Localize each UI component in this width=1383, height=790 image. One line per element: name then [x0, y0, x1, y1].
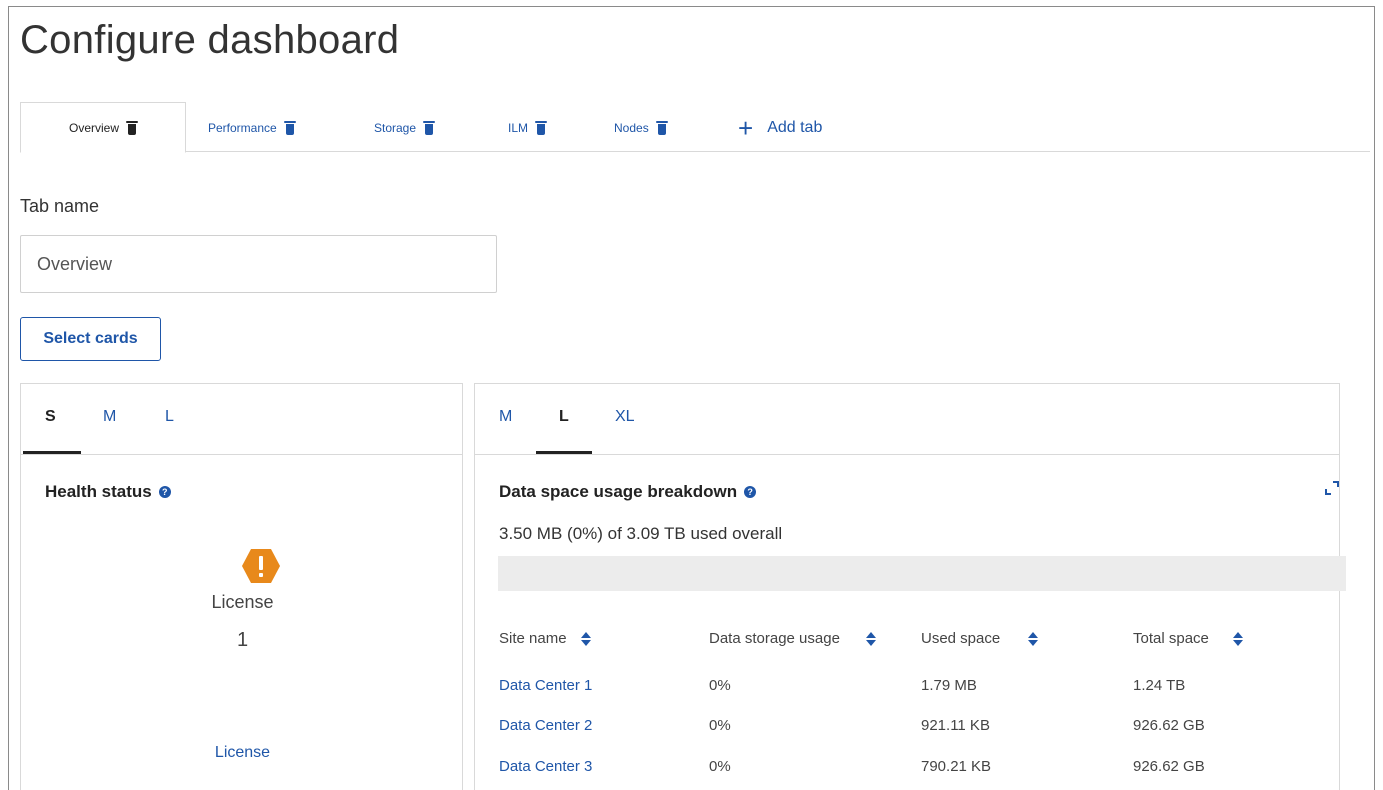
size-option-xl[interactable]: XL [615, 408, 635, 426]
card-title: Health status ? [45, 482, 171, 502]
active-size-indicator [536, 451, 592, 454]
table-cell: 926.62 GB [1133, 758, 1205, 775]
column-header-label: Total space [1133, 630, 1209, 647]
column-header-used-space[interactable]: Used space [921, 630, 1039, 647]
column-header-label: Data storage usage [709, 630, 840, 647]
plus-icon: + [738, 112, 754, 143]
table-cell: 926.62 GB [1133, 717, 1205, 734]
tab-label: Nodes [614, 120, 649, 135]
health-status-card: S M L Health status ? License 1 License [20, 383, 463, 790]
expand-icon[interactable] [1324, 480, 1340, 496]
size-option-l[interactable]: L [559, 408, 569, 426]
add-tab-button[interactable]: + Add tab [738, 102, 822, 153]
column-header-label: Used space [921, 630, 1001, 647]
tab-storage[interactable]: Storage [374, 102, 436, 153]
card-title-text: Health status [45, 482, 152, 501]
sort-icon[interactable] [1028, 631, 1039, 646]
active-size-indicator [23, 451, 81, 454]
trash-icon[interactable] [535, 120, 548, 135]
site-link[interactable]: Data Center 2 [499, 717, 592, 734]
table-cell: 790.21 KB [921, 758, 992, 775]
tab-nodes[interactable]: Nodes [614, 102, 668, 153]
tab-name-input[interactable] [20, 235, 497, 293]
size-option-l[interactable]: L [165, 408, 174, 426]
column-header-label: Site name [499, 630, 567, 647]
size-option-m[interactable]: M [103, 408, 116, 426]
tab-label: ILM [508, 120, 529, 135]
license-link[interactable]: License [21, 744, 464, 762]
card-size-selector: M L XL [475, 384, 1339, 455]
trash-icon[interactable] [423, 120, 436, 135]
tab-label: Storage [374, 120, 417, 135]
tab-label: Performance [208, 120, 277, 135]
table-cell: 0% [709, 758, 731, 775]
column-header-total-space[interactable]: Total space [1133, 630, 1243, 647]
select-cards-button[interactable]: Select cards [20, 317, 161, 361]
tab-name-label: Tab name [20, 196, 100, 216]
usage-summary: 3.50 MB (0%) of 3.09 TB used overall [499, 524, 783, 543]
tab-performance[interactable]: Performance [208, 102, 296, 153]
size-option-m[interactable]: M [499, 408, 512, 426]
site-link[interactable]: Data Center 1 [499, 677, 592, 694]
tab-label: Overview [68, 120, 119, 135]
usage-progress-bar [498, 556, 1346, 591]
card-title-text: Data space usage breakdown [499, 482, 738, 501]
table-cell: 921.11 KB [921, 717, 990, 734]
trash-icon[interactable] [283, 120, 296, 135]
help-icon[interactable]: ? [158, 486, 171, 498]
sort-icon[interactable] [865, 631, 876, 646]
add-tab-label: Add tab [767, 118, 823, 136]
trash-icon[interactable] [126, 120, 138, 135]
license-label: License [211, 592, 274, 612]
card-size-selector: S M L [21, 384, 462, 455]
size-option-s[interactable]: S [45, 408, 56, 426]
help-icon[interactable]: ? [744, 486, 757, 498]
license-count: 1 [236, 629, 249, 651]
sort-icon[interactable] [580, 631, 591, 646]
tab-ilm[interactable]: ILM [508, 102, 548, 153]
table-cell: 1.24 TB [1133, 677, 1186, 694]
dashboard-tabs: Overview Performance Storage ILM Nodes +… [20, 102, 1370, 153]
page-title: Configure dashboard [20, 18, 400, 62]
column-header-site-name[interactable]: Site name [499, 630, 591, 647]
table-cell: 0% [709, 677, 731, 694]
card-title: Data space usage breakdown ? [499, 482, 757, 502]
column-header-data-storage-usage[interactable]: Data storage usage [709, 630, 876, 647]
tab-overview[interactable]: Overview [20, 102, 186, 153]
trash-icon[interactable] [655, 120, 668, 135]
sort-icon[interactable] [1232, 631, 1243, 646]
data-space-usage-card: M L XL Data space usage breakdown ? 3.50… [474, 383, 1346, 790]
table-cell: 1.79 MB [921, 677, 977, 694]
site-link[interactable]: Data Center 3 [499, 758, 592, 775]
table-cell: 0% [709, 717, 731, 734]
warning-icon [242, 549, 280, 583]
